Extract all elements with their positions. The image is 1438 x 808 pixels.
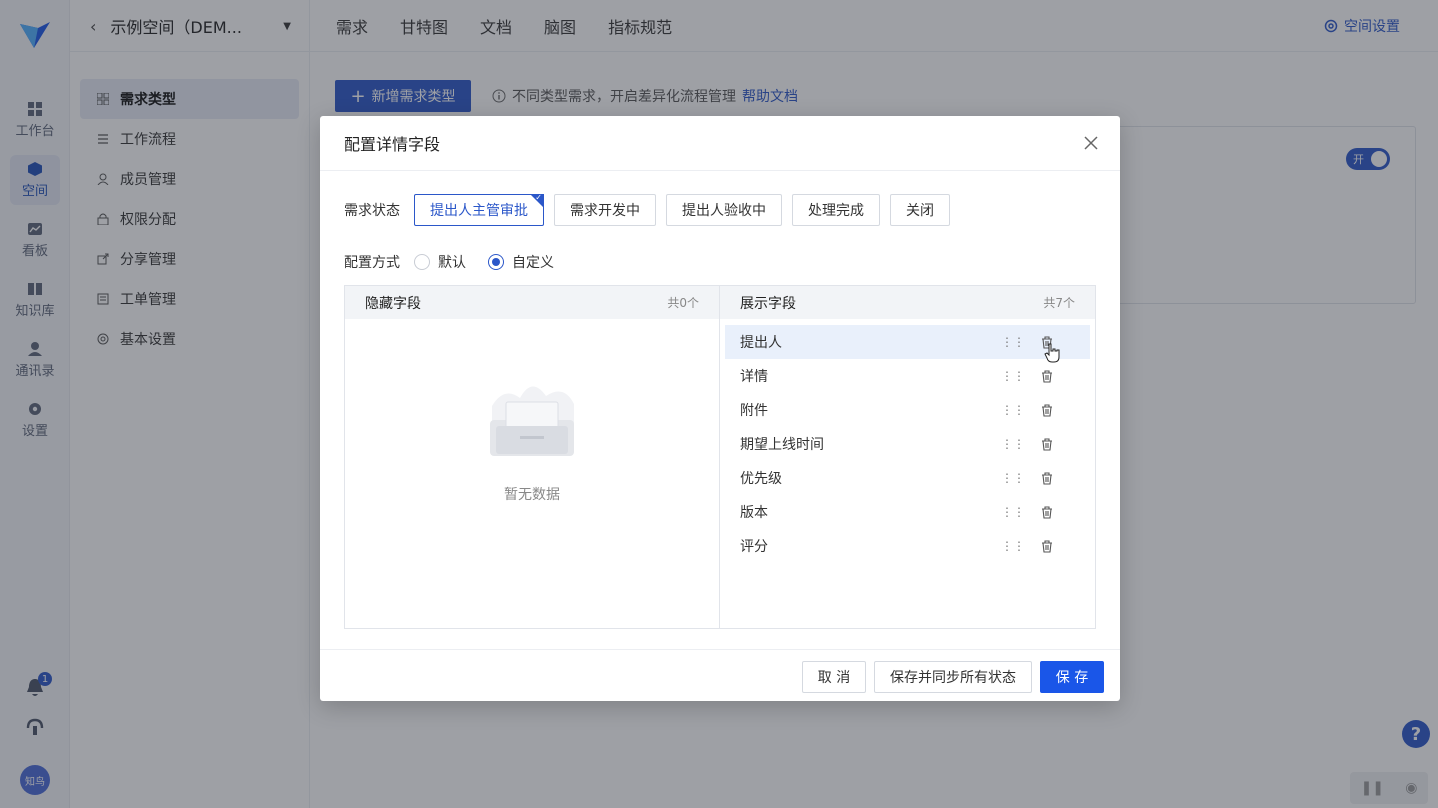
empty-box-illustration <box>490 386 574 456</box>
radio-label: 默认 <box>438 255 466 271</box>
panel-header: 隐藏字段 共0个 <box>345 286 719 319</box>
save-sync-label: 保存并同步所有状态 <box>890 670 1016 686</box>
status-tab-label: 提出人主管审批 <box>430 203 528 219</box>
field-label: 期望上线时间 <box>740 437 824 453</box>
field-row-score[interactable]: 评分 ⋮⋮ <box>725 529 1090 563</box>
field-label: 详情 <box>740 369 768 385</box>
trash-icon[interactable] <box>1039 368 1055 384</box>
radio-default[interactable]: 默认 <box>414 252 466 272</box>
trash-icon[interactable] <box>1039 402 1055 418</box>
field-label: 优先级 <box>740 471 782 487</box>
radio-circle[interactable] <box>488 254 504 270</box>
panel-header: 展示字段 共7个 <box>720 286 1095 319</box>
status-tab-manager-approval[interactable]: 提出人主管审批 ✓ <box>414 193 544 226</box>
cancel-label: 取 消 <box>817 670 851 686</box>
radio-circle[interactable] <box>414 254 430 270</box>
save-sync-button[interactable]: 保存并同步所有状态 <box>874 661 1032 693</box>
save-label: 保 存 <box>1055 670 1089 686</box>
trash-icon[interactable] <box>1039 436 1055 452</box>
field-row-submitter[interactable]: 提出人 ⋮⋮ <box>725 325 1090 359</box>
drag-handle-icon[interactable]: ⋮⋮ <box>1001 334 1025 350</box>
drag-handle-icon[interactable]: ⋮⋮ <box>1001 504 1025 520</box>
field-row-expected-launch[interactable]: 期望上线时间 ⋮⋮ <box>725 427 1090 461</box>
status-label: 需求状态 <box>344 203 400 219</box>
empty-text: 暂无数据 <box>504 487 560 503</box>
save-button[interactable]: 保 存 <box>1040 661 1104 693</box>
status-tab-done[interactable]: 处理完成 <box>792 194 880 226</box>
field-label: 提出人 <box>740 335 782 351</box>
status-row: 需求状态 提出人主管审批 ✓ 需求开发中 提出人验收中 处理完成 关闭 <box>344 193 960 226</box>
drag-handle-icon[interactable]: ⋮⋮ <box>1001 538 1025 554</box>
drag-handle-icon[interactable]: ⋮⋮ <box>1001 368 1025 384</box>
field-label: 版本 <box>740 505 768 521</box>
drag-handle-icon[interactable]: ⋮⋮ <box>1001 402 1025 418</box>
hand-cursor-icon <box>1044 343 1060 363</box>
cancel-button[interactable]: 取 消 <box>802 661 866 693</box>
hidden-fields-panel: 隐藏字段 共0个 暂无数据 <box>345 286 720 628</box>
drag-handle-icon[interactable]: ⋮⋮ <box>1001 470 1025 486</box>
configure-fields-modal: 配置详情字段 需求状态 提出人主管审批 ✓ 需求开发中 提出人验收中 处理完成 … <box>320 116 1120 701</box>
modal-title: 配置详情字段 <box>344 135 441 154</box>
panel-title: 隐藏字段 <box>365 295 421 312</box>
field-row-version[interactable]: 版本 ⋮⋮ <box>725 495 1090 529</box>
trash-icon[interactable] <box>1039 538 1055 554</box>
modal-footer: 取 消 保存并同步所有状态 保 存 <box>320 649 1120 701</box>
shown-field-list: 提出人 ⋮⋮ 详情 ⋮⋮ 附件 ⋮⋮ 期望上线时间 ⋮⋮ 优先级 ⋮⋮ 版本 ⋮… <box>720 319 1095 563</box>
panel-title: 展示字段 <box>740 295 796 312</box>
trash-icon[interactable] <box>1039 470 1055 486</box>
field-row-detail[interactable]: 详情 ⋮⋮ <box>725 359 1090 393</box>
trash-icon[interactable] <box>1039 504 1055 520</box>
drag-handle-icon[interactable]: ⋮⋮ <box>1001 436 1025 452</box>
status-tab-label: 处理完成 <box>808 203 864 219</box>
radio-custom[interactable]: 自定义 <box>488 252 554 272</box>
shown-fields-panel: 展示字段 共7个 提出人 ⋮⋮ 详情 ⋮⋮ 附件 ⋮⋮ 期望上线时间 ⋮⋮ 优先… <box>720 286 1095 628</box>
status-tab-label: 提出人验收中 <box>682 203 766 219</box>
status-tab-closed[interactable]: 关闭 <box>890 194 950 226</box>
radio-label: 自定义 <box>512 255 554 271</box>
field-row-priority[interactable]: 优先级 ⋮⋮ <box>725 461 1090 495</box>
config-mode-row: 配置方式 默认 自定义 <box>344 252 576 272</box>
field-row-attachment[interactable]: 附件 ⋮⋮ <box>725 393 1090 427</box>
panel-count: 共0个 <box>667 296 699 310</box>
check-icon: ✓ <box>535 193 542 202</box>
modal-header: 配置详情字段 <box>320 116 1120 171</box>
config-mode-label: 配置方式 <box>344 255 400 271</box>
status-tab-developing[interactable]: 需求开发中 <box>554 194 656 226</box>
empty-state: 暂无数据 <box>345 376 719 504</box>
status-tab-label: 关闭 <box>906 203 934 219</box>
field-label: 评分 <box>740 539 768 555</box>
field-label: 附件 <box>740 403 768 419</box>
field-panels: 隐藏字段 共0个 暂无数据 展示字段 共7个 提出人 ⋮⋮ 详情 ⋮⋮ 附件 ⋮… <box>344 285 1096 629</box>
status-tab-label: 需求开发中 <box>570 203 640 219</box>
status-tab-acceptance[interactable]: 提出人验收中 <box>666 194 782 226</box>
close-icon[interactable] <box>1082 134 1100 152</box>
panel-count: 共7个 <box>1043 296 1075 310</box>
